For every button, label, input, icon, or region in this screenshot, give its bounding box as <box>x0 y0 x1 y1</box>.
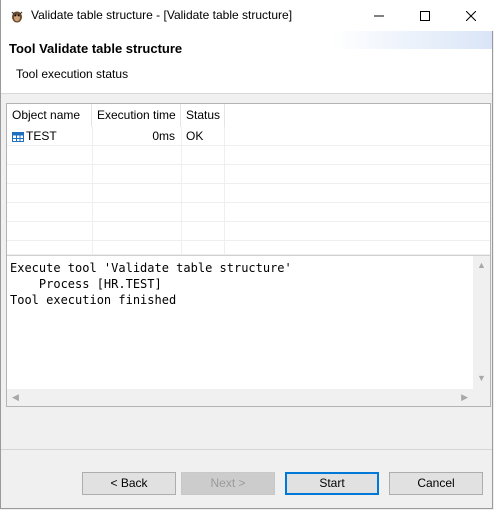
table-icon <box>12 131 24 142</box>
empty-row <box>7 184 490 203</box>
horizontal-scrollbar[interactable]: ◀ ▶ <box>7 389 473 406</box>
scrollbar-corner <box>473 389 490 406</box>
object-name-text: TEST <box>26 129 57 143</box>
cell-status: OK <box>186 129 204 143</box>
execution-panel: Object name Execution time Status TEST 0… <box>6 103 491 407</box>
scroll-right-icon[interactable]: ▶ <box>461 392 468 403</box>
maximize-icon <box>420 10 430 21</box>
scroll-left-icon[interactable]: ◀ <box>12 392 19 403</box>
cell-execution-time: 0ms <box>152 129 175 143</box>
scroll-down-icon[interactable]: ▼ <box>477 373 486 383</box>
minimize-button[interactable] <box>356 0 402 31</box>
cell-object-name: TEST <box>12 127 57 146</box>
column-header-status[interactable]: Status <box>181 104 225 127</box>
title-bar[interactable]: Validate table structure - [Validate tab… <box>1 0 494 31</box>
table-row[interactable]: TEST 0ms OK <box>7 127 490 146</box>
empty-row <box>7 203 490 222</box>
close-button[interactable] <box>448 0 494 31</box>
back-button[interactable]: < Back <box>82 472 176 495</box>
wizard-header: Tool Validate table structure Tool execu… <box>1 31 492 94</box>
vertical-scrollbar[interactable]: ▲ ▼ <box>473 256 490 389</box>
start-button[interactable]: Start <box>285 472 379 495</box>
button-bar-separator <box>1 449 492 450</box>
close-icon <box>466 10 476 21</box>
column-header-object-name[interactable]: Object name <box>7 104 92 127</box>
header-gradient <box>332 31 492 49</box>
table-header: Object name Execution time Status <box>7 104 490 127</box>
next-button[interactable]: Next > <box>181 472 275 495</box>
app-icon <box>9 8 25 24</box>
dialog-window: Validate table structure - [Validate tab… <box>0 0 494 509</box>
results-table: Object name Execution time Status TEST 0… <box>7 104 490 255</box>
maximize-button[interactable] <box>402 0 448 31</box>
cancel-button[interactable]: Cancel <box>389 472 483 495</box>
window-title: Validate table structure - [Validate tab… <box>31 8 293 22</box>
empty-row <box>7 146 490 165</box>
empty-row <box>7 222 490 241</box>
page-title: Tool Validate table structure <box>9 41 183 56</box>
minimize-icon <box>374 15 384 16</box>
scroll-up-icon[interactable]: ▲ <box>477 260 486 270</box>
empty-row <box>7 241 490 255</box>
column-header-execution-time[interactable]: Execution time <box>92 104 181 127</box>
page-subtitle: Tool execution status <box>16 67 129 81</box>
log-text: Execute tool 'Validate table structure' … <box>10 261 292 307</box>
empty-row <box>7 165 490 184</box>
log-output[interactable]: Execute tool 'Validate table structure' … <box>7 255 490 406</box>
